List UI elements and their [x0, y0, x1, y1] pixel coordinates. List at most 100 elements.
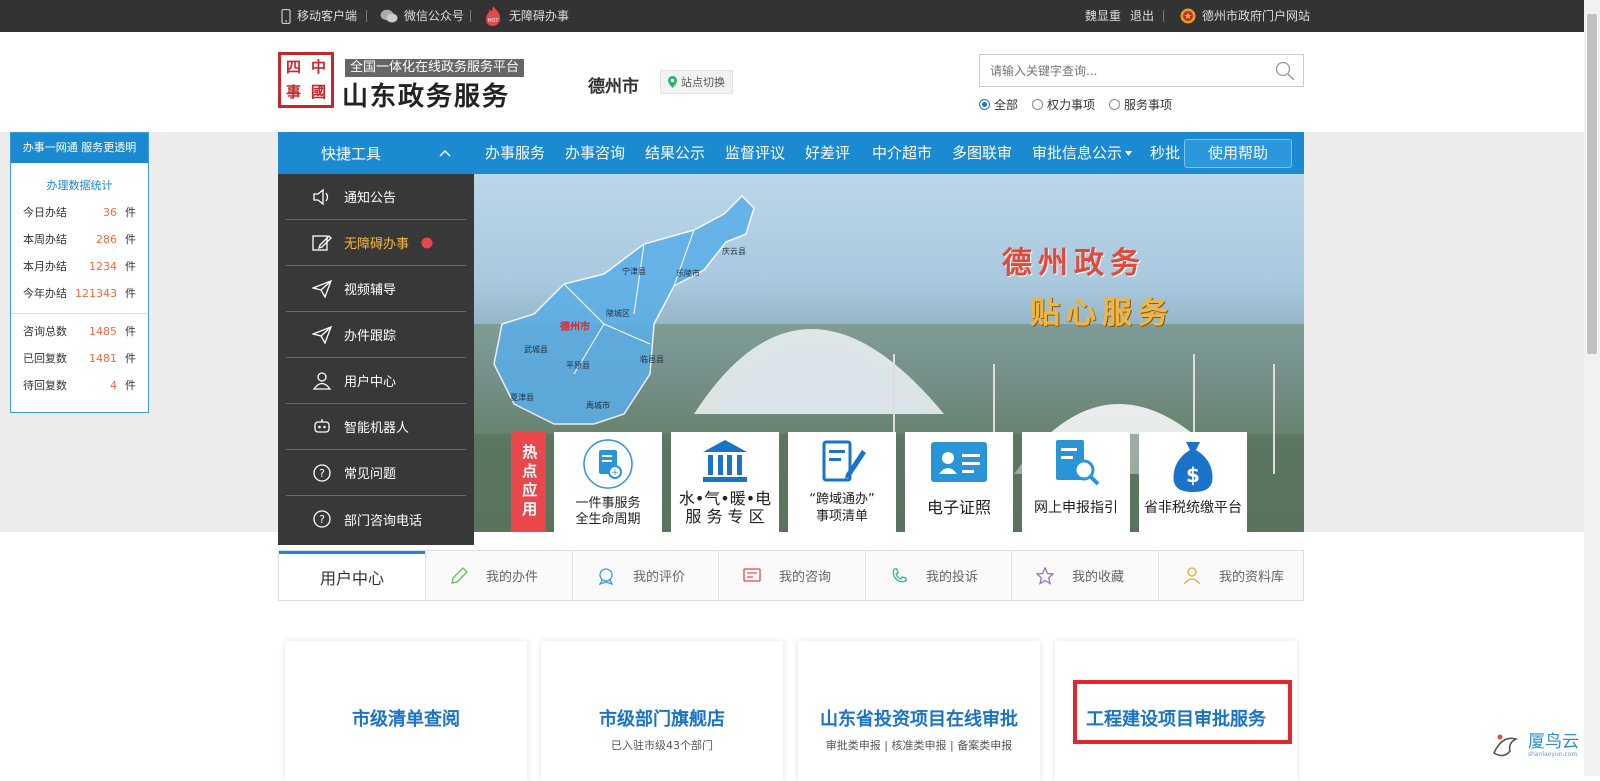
help-button[interactable]: 使用帮助	[1184, 139, 1292, 168]
svg-text:+: +	[611, 468, 619, 478]
mobile-client-link[interactable]: 移动客户端	[281, 0, 357, 32]
stat-unit: 件	[125, 233, 136, 246]
search-icon[interactable]	[1275, 61, 1295, 81]
person-icon	[1183, 566, 1201, 584]
hot-tile-cross-region[interactable]: “跨域通办” 事项清单	[788, 432, 896, 532]
tab-my-consultations[interactable]: 我的咨询	[718, 551, 865, 600]
nav-item[interactable]: 秒批	[1150, 132, 1180, 174]
card-dept-flagship[interactable]: 市级部门旗舰店 已入驻市级43个部门	[541, 641, 783, 781]
tab-my-cases[interactable]: 我的办件	[425, 551, 572, 600]
user-name[interactable]: 魏显重	[1085, 0, 1121, 32]
scrollbar-thumb[interactable]	[1587, 14, 1597, 354]
tile-label: 事项清单	[815, 509, 868, 524]
hot-tile-e-license[interactable]: 电子证照	[905, 432, 1013, 532]
accessible-link[interactable]: HOT 无障碍办事	[483, 0, 569, 32]
stat-value: 36	[103, 206, 117, 219]
radio-circle[interactable]	[979, 99, 990, 110]
radio-label: 服务事项	[1124, 98, 1173, 112]
nav-item[interactable]: 多图联审	[952, 132, 1012, 174]
banner-slogan-1: 德州政务	[1002, 246, 1146, 281]
hot-apps-label: 热点应用	[511, 432, 546, 532]
tab-my-ratings[interactable]: 我的评价	[572, 551, 718, 600]
nav-item[interactable]: 办事服务	[485, 132, 545, 174]
card-investment-approval[interactable]: 山东省投资项目在线审批 审批类申报 | 核准类申报 | 备案类申报	[798, 641, 1040, 781]
quick-item-notice[interactable]: 通知公告	[286, 174, 466, 220]
phone-icon	[892, 567, 907, 582]
gov-portal-link[interactable]: 德州市政府门户网站	[1180, 0, 1310, 32]
radio-service-items[interactable]: 服务事项	[1109, 96, 1172, 113]
accessible-label: 无障碍办事	[509, 9, 570, 23]
quick-tools-toggle[interactable]: 快捷工具	[278, 132, 474, 174]
card-city-list[interactable]: 市级清单查阅	[285, 641, 527, 781]
tab-my-documents[interactable]: 我的资料库	[1158, 551, 1303, 600]
card-subtitle: 审批类申报 | 核准类申报 | 备案类申报	[825, 739, 1013, 752]
wechat-link[interactable]: 微信公众号	[380, 0, 464, 32]
user-icon	[312, 371, 332, 390]
search-input[interactable]	[988, 55, 1268, 86]
nav-item[interactable]: 中介超市	[872, 132, 932, 174]
hot-tile-one-thing-service[interactable]: + 一件事服务 全生命周期	[554, 432, 662, 532]
chevron-up-icon	[439, 149, 451, 157]
question-icon: ?	[313, 510, 331, 528]
card-subtitle: 已入驻市级43个部门	[611, 739, 713, 752]
hot-badge-icon	[421, 237, 433, 248]
nav-item[interactable]: 好差评	[805, 132, 850, 174]
page-scrollbar[interactable]	[1584, 0, 1600, 776]
nav-item[interactable]: 监督评议	[725, 132, 785, 174]
quick-item-dept-phone[interactable]: ? 部门咨询电话	[286, 496, 466, 542]
nav-item-dropdown[interactable]: 审批信息公示	[1032, 132, 1133, 174]
quick-item-tracking[interactable]: 办件跟踪	[286, 312, 466, 358]
header	[0, 32, 1584, 132]
tile-label: “跨域通办”	[809, 492, 875, 507]
brand-title[interactable]: 山东政务服务	[342, 76, 510, 113]
quick-item-user-center[interactable]: 用户中心	[286, 358, 466, 404]
hot-tile-online-guide[interactable]: 网上申报指引	[1022, 432, 1130, 532]
nav-item[interactable]: 办事咨询	[565, 132, 625, 174]
radio-label: 全部	[994, 98, 1019, 112]
quick-item-accessible[interactable]: 无障碍办事	[286, 220, 466, 266]
card-title: 工程建设项目审批服务	[1086, 709, 1266, 730]
map-label: 平原县	[566, 361, 590, 370]
radio-circle[interactable]	[1109, 99, 1121, 110]
card-construction-approval[interactable]: 工程建设项目审批服务	[1055, 641, 1297, 781]
stat-unit: 件	[125, 206, 136, 219]
stat-value: 1481	[89, 352, 117, 365]
hot-flame-icon: HOT	[486, 6, 501, 26]
id-card-icon	[931, 442, 987, 482]
map-label: 陵城区	[606, 309, 630, 318]
radio-circle[interactable]	[1032, 99, 1044, 110]
hot-tile-non-tax-payment[interactable]: $ 省非税统缴平台	[1139, 432, 1247, 532]
nav-item[interactable]: 结果公示	[645, 132, 705, 174]
national-emblem-icon	[1180, 8, 1196, 24]
quick-item-video[interactable]: 视频辅导	[286, 266, 466, 312]
tab-my-favorites[interactable]: 我的收藏	[1011, 551, 1158, 600]
stat-value: 121343	[75, 287, 117, 300]
logout-link[interactable]: 退出	[1130, 0, 1154, 32]
quick-item-faq[interactable]: ? 常见问题	[286, 450, 466, 496]
tab-label: 我的办件	[486, 570, 539, 585]
stats-row: 咨询总数 1485 件	[11, 318, 148, 345]
hot-tile-utilities[interactable]: 水•气•暖•电 服 务 专 区	[671, 432, 779, 532]
stat-value: 1485	[89, 325, 117, 338]
seal-char: 事	[285, 83, 301, 101]
quick-tools-label: 快捷工具	[320, 144, 381, 163]
radio-all[interactable]: 全部	[979, 96, 1018, 113]
location-pin-icon	[668, 76, 677, 88]
stat-value: 4	[110, 379, 117, 392]
stat-unit: 件	[125, 325, 136, 338]
quick-item-robot[interactable]: 智能机器人	[286, 404, 466, 450]
map-label: 庆云县	[722, 247, 746, 256]
quick-item-label: 无障碍办事	[344, 237, 410, 252]
map-city-label: 德州市	[560, 322, 590, 333]
tile-label: 一件事服务	[575, 496, 641, 511]
search-box	[979, 54, 1304, 87]
map-label: 禹城市	[586, 401, 610, 410]
radio-power-items[interactable]: 权力事项	[1032, 96, 1095, 113]
banner-slogan-2: 贴心服务	[1030, 296, 1174, 331]
tab-user-center[interactable]: 用户中心	[279, 551, 425, 600]
stats-row: 待回复数 4 件	[11, 372, 148, 399]
site-switch-button[interactable]: 站点切换	[660, 70, 733, 94]
tab-my-complaints[interactable]: 我的投诉	[865, 551, 1011, 600]
wechat-label: 微信公众号	[404, 9, 465, 23]
stat-value: 1234	[89, 260, 117, 273]
